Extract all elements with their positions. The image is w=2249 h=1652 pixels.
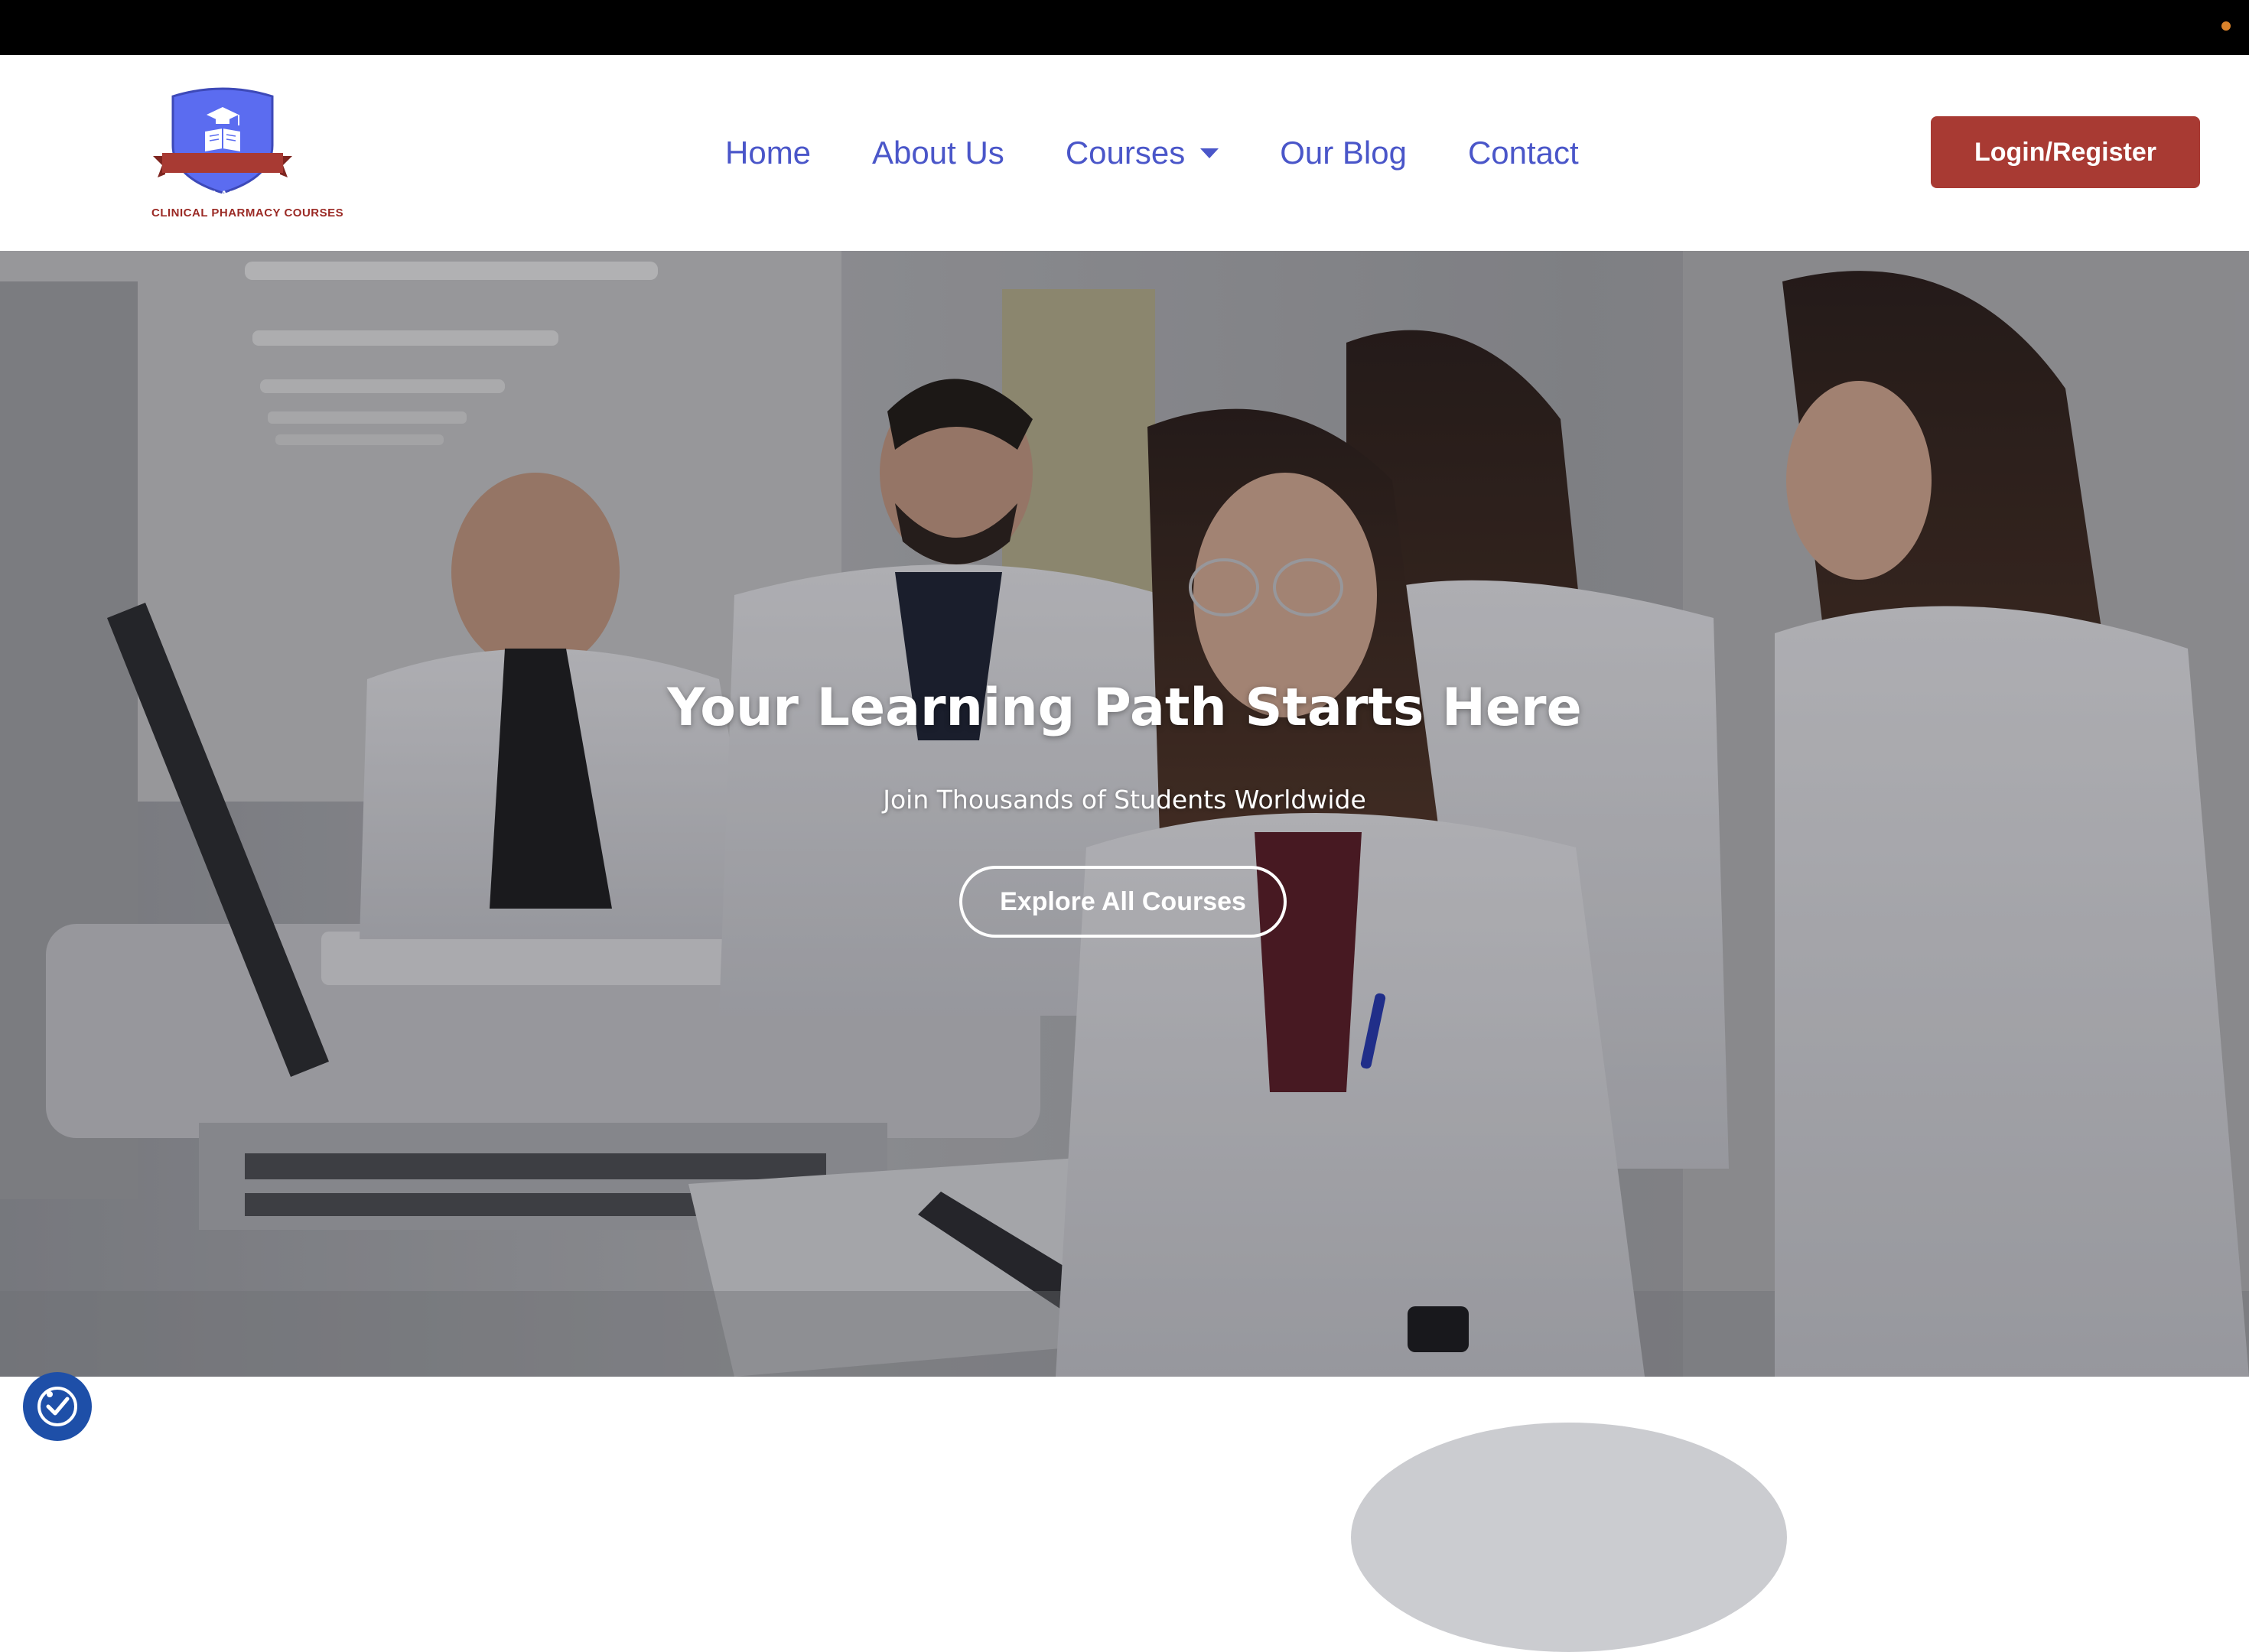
accessibility-icon bbox=[37, 1387, 77, 1426]
nav-item-home[interactable]: Home bbox=[725, 135, 811, 171]
site-logo[interactable]: PHARMA ACADEMY CLINICAL PHARMACY COURSES bbox=[151, 84, 344, 228]
nav-item-contact[interactable]: Contact bbox=[1468, 135, 1579, 171]
nav-item-label: About Us bbox=[872, 135, 1004, 171]
accessibility-widget-button[interactable] bbox=[23, 1372, 92, 1441]
hero-title: Your Learning Path Starts Here bbox=[667, 678, 1582, 738]
main-navigation: Home About Us Courses Our Blog Contact bbox=[725, 128, 1579, 177]
logo-caption: CLINICAL PHARMACY COURSES bbox=[151, 206, 344, 220]
hero-subtitle: Join Thousands of Students Worldwide bbox=[883, 785, 1366, 815]
caret-down-icon bbox=[1200, 148, 1219, 158]
shield-logo-icon bbox=[153, 87, 292, 194]
nav-item-label: Contact bbox=[1467, 135, 1579, 171]
login-register-button[interactable]: Login/Register bbox=[1931, 116, 2200, 188]
nav-item-label: Courses bbox=[1065, 135, 1186, 171]
hero-banner: Your Learning Path Starts Here Join Thou… bbox=[0, 251, 2249, 1377]
status-dot bbox=[2221, 21, 2231, 31]
logo-banner-text: PHARMA ACADEMY bbox=[171, 188, 275, 200]
nav-item-label: Our Blog bbox=[1280, 135, 1407, 171]
nav-item-our-blog[interactable]: Our Blog bbox=[1280, 135, 1407, 171]
nav-item-label: Home bbox=[725, 135, 812, 171]
top-announcement-bar bbox=[0, 0, 2249, 55]
lower-section-image bbox=[1351, 1423, 1787, 1652]
explore-all-courses-button[interactable]: Explore All Courses bbox=[959, 866, 1287, 938]
nav-item-courses[interactable]: Courses bbox=[1066, 135, 1219, 171]
nav-item-about-us[interactable]: About Us bbox=[872, 135, 1004, 171]
site-header: PHARMA ACADEMY CLINICAL PHARMACY COURSES… bbox=[0, 55, 2249, 251]
